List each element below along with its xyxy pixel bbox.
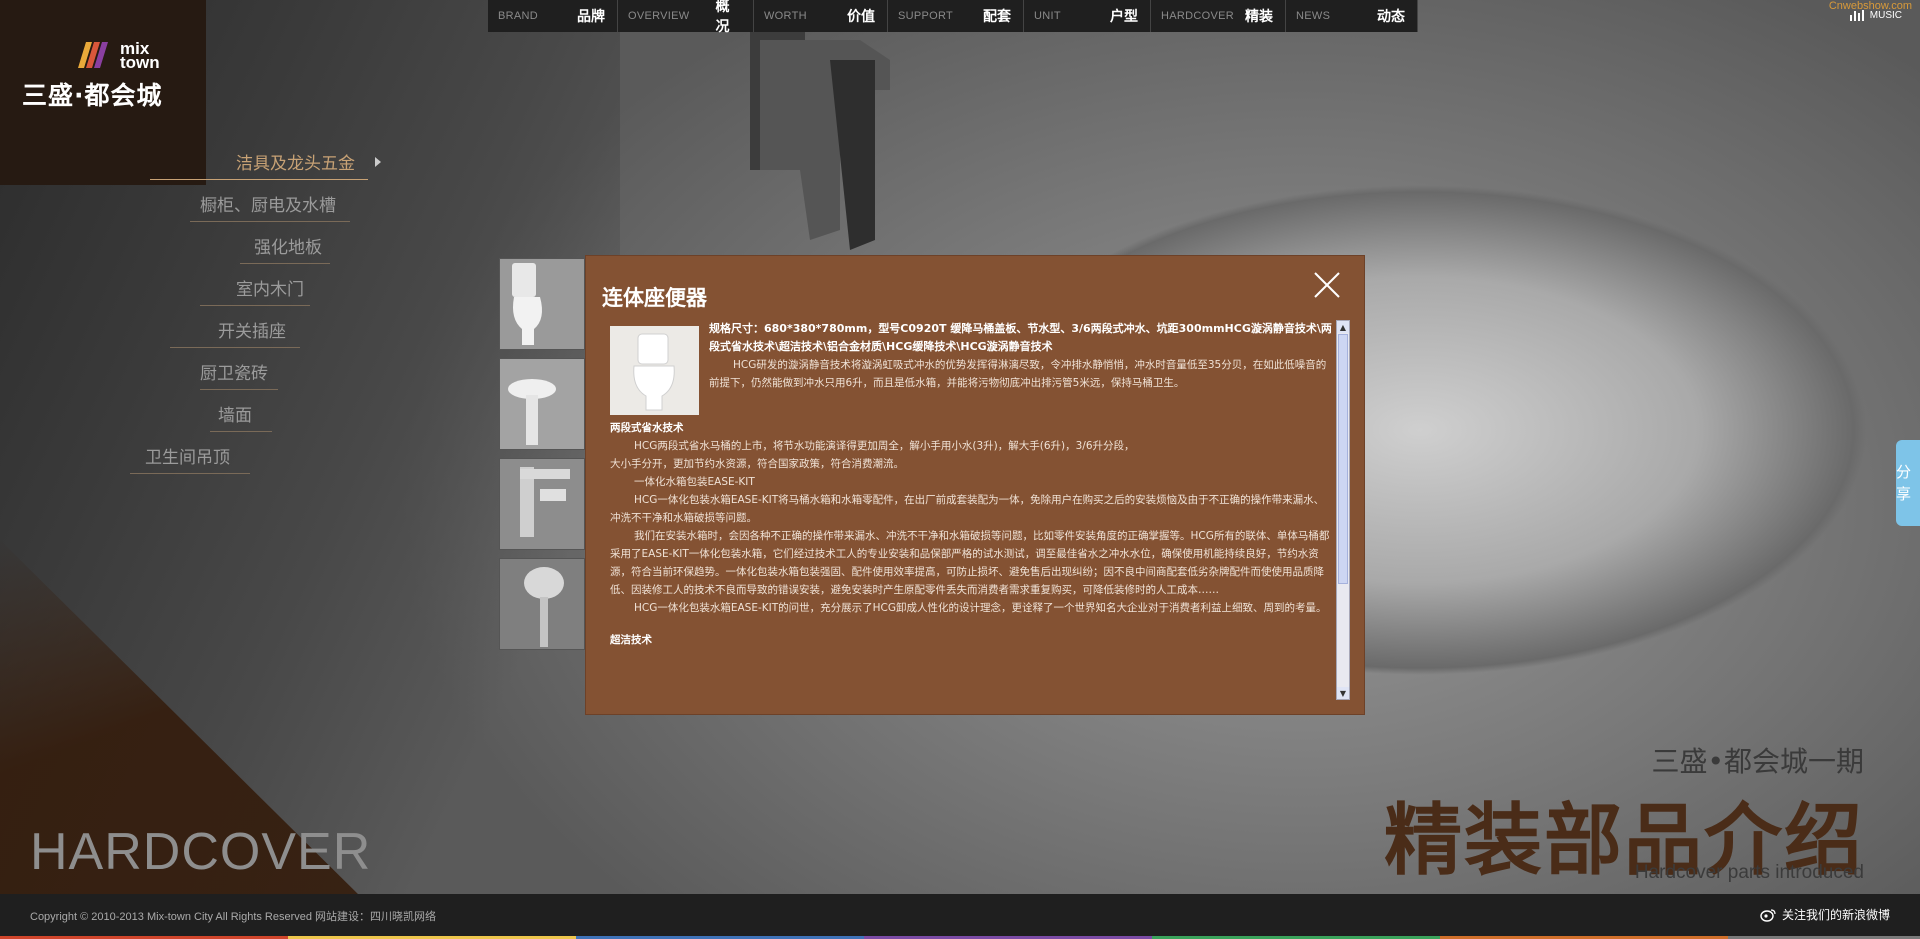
menu-divider <box>190 221 350 222</box>
nav-news[interactable]: NEWS 动态 <box>1286 0 1418 32</box>
menu-item-door[interactable]: 室内木门 <box>236 275 304 300</box>
toilet-icon <box>500 259 584 349</box>
menu-divider <box>150 179 368 180</box>
menu-divider <box>210 431 272 432</box>
nav-cn-label: 精装 <box>1245 9 1273 25</box>
nav-cn-label: 概况 <box>715 0 730 35</box>
product-detail-dialog: 连体座便器 规格尺寸：680*380*780mm，型号C0920T 缓降马桶盖板… <box>585 255 1365 715</box>
menu-divider <box>170 347 300 348</box>
product-thumbnails <box>499 258 585 658</box>
logo-m-icon <box>78 42 108 68</box>
menu-item-tile[interactable]: 厨卫瓷砖 <box>200 359 268 384</box>
paragraph: 大小手分开，更加节约水资源，符合国家政策，符合消费潮流。 <box>610 458 904 470</box>
nav-worth[interactable]: WORTH 价值 <box>754 0 888 32</box>
basin-icon <box>500 359 584 449</box>
logo-text-en: mix town <box>120 40 160 72</box>
scroll-up-icon[interactable]: ▲ <box>1337 321 1349 333</box>
nav-en-label: WORTH <box>764 10 807 22</box>
nav-en-label: NEWS <box>1296 10 1331 22</box>
shower-icon <box>500 559 584 649</box>
paragraph: HCG研发的漩涡静音技术将漩涡虹吸式冲水的优势发挥得淋漓尽致，令冲排水静悄悄，冲… <box>709 359 1327 389</box>
nav-unit[interactable]: UNIT 户型 <box>1024 0 1151 32</box>
product-image <box>610 326 699 415</box>
thumb-faucet[interactable] <box>499 458 585 550</box>
weibo-label: 关注我们的新浪微博 <box>1781 908 1890 922</box>
paragraph: 一体化水箱包装EASE-KIT <box>634 476 755 488</box>
nav-en-label: OVERVIEW <box>628 10 690 22</box>
showcase-subtitle: 三盛•都会城一期 <box>1651 745 1864 778</box>
scroll-thumb[interactable] <box>1338 334 1348 584</box>
menu-divider <box>200 305 310 306</box>
paragraph: HCG一体化包装水箱EASE-KIT将马桶水箱和水箱零配件，在出厂前成套装配为一… <box>610 494 1325 524</box>
toilet-product-icon <box>610 326 699 415</box>
section-heading: 两段式省水技术 <box>610 422 684 434</box>
menu-item-ceiling[interactable]: 卫生间吊顶 <box>145 443 230 468</box>
paragraph: 我们在安装水箱时，会因各种不正确的操作带来漏水、冲洗不干净和水箱破损等问题，比如… <box>610 530 1330 596</box>
music-icon <box>1849 10 1864 21</box>
section-heading: 超洁技术 <box>610 634 652 646</box>
nav-overview[interactable]: OVERVIEW 概况 <box>618 0 754 35</box>
dialog-title: 连体座便器 <box>602 286 707 310</box>
thumb-basin[interactable] <box>499 358 585 450</box>
logo-text-cn: 三盛·都会城 <box>22 81 163 110</box>
active-arrow-icon <box>375 157 381 167</box>
music-toggle[interactable]: MUSIC <box>1849 10 1902 21</box>
menu-item-floor[interactable]: 强化地板 <box>254 233 322 258</box>
nav-support[interactable]: SUPPORT 配套 <box>888 0 1024 32</box>
nav-en-label: UNIT <box>1034 10 1061 22</box>
nav-cn-label: 品牌 <box>577 9 605 25</box>
tap-icon <box>500 459 584 549</box>
menu-divider <box>240 263 330 264</box>
nav-cn-label: 配套 <box>983 9 1011 25</box>
thumb-toilet[interactable] <box>499 258 585 350</box>
footer: Copyright © 2010-2013 Mix-town City All … <box>0 894 1920 936</box>
faucet-illustration <box>750 0 890 250</box>
menu-divider <box>200 389 278 390</box>
music-label: MUSIC <box>1869 10 1902 21</box>
nav-en-label: BRAND <box>498 10 539 22</box>
nav-brand[interactable]: BRAND 品牌 <box>488 0 618 32</box>
weibo-follow-link[interactable]: 关注我们的新浪微博 <box>1760 906 1890 923</box>
dialog-scrollbar[interactable]: ▲ ▼ <box>1336 320 1350 700</box>
logo[interactable]: mix town 三盛·都会城 <box>0 0 206 185</box>
menu-item-wall[interactable]: 墙面 <box>218 401 252 426</box>
spec-text: 规格尺寸：680*380*780mm，型号C0920T 缓降马桶盖板、节水型、3… <box>709 322 1332 353</box>
paragraph: HCG两段式省水马桶的上市，将节水功能演译得更加周全，解小手用小水(3升)，解大… <box>634 440 1135 452</box>
nav-cn-label: 动态 <box>1377 9 1405 25</box>
nav-cn-label: 价值 <box>847 9 875 25</box>
paragraph: HCG一体化包装水箱EASE-KIT的问世，充分展示了HCG卸成人性化的设计理念… <box>634 602 1327 614</box>
menu-item-sanitary[interactable]: 洁具及龙头五金 <box>236 149 355 174</box>
nav-en-label: SUPPORT <box>898 10 954 22</box>
showcase-en-title: Hardcover parts introduced <box>1634 862 1864 883</box>
share-button[interactable]: 分享 <box>1896 440 1920 526</box>
menu-item-cabinet[interactable]: 橱柜、厨电及水槽 <box>200 191 336 216</box>
nav-en-label: HARDCOVER <box>1161 10 1234 22</box>
top-navigation: BRAND 品牌 OVERVIEW 概况 WORTH 价值 SUPPORT 配套… <box>488 0 1418 35</box>
logo-mark: mix town <box>78 40 160 72</box>
close-icon[interactable] <box>1312 270 1342 300</box>
logo-town-word: town <box>120 53 160 72</box>
nav-hardcover[interactable]: HARDCOVER 精装 <box>1151 0 1286 32</box>
hardcover-watermark: HARDCOVER <box>30 823 372 881</box>
scroll-down-icon[interactable]: ▼ <box>1337 687 1349 699</box>
thumb-shower[interactable] <box>499 558 585 650</box>
dialog-content: 规格尺寸：680*380*780mm，型号C0920T 缓降马桶盖板、节水型、3… <box>610 320 1333 698</box>
menu-item-switch[interactable]: 开关插座 <box>218 317 286 342</box>
menu-divider <box>130 473 250 474</box>
copyright-text: Copyright © 2010-2013 Mix-town City All … <box>30 911 437 923</box>
weibo-icon <box>1760 908 1776 922</box>
nav-cn-label: 户型 <box>1110 9 1138 25</box>
